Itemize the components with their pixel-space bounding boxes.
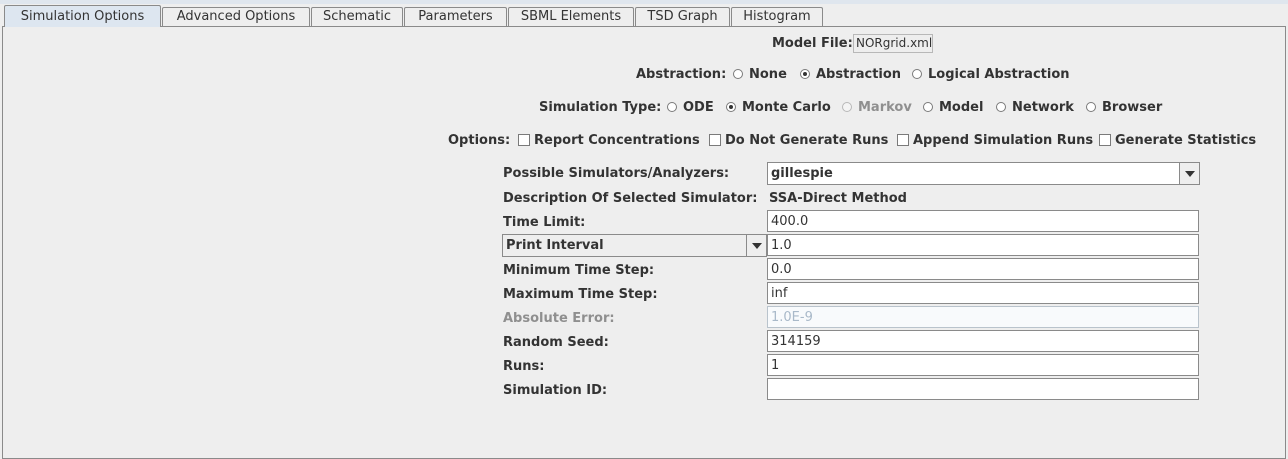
radio-monte-carlo-label[interactable]: Monte Carlo [742,100,831,115]
radio-model-label[interactable]: Model [939,100,983,115]
radio-network-label[interactable]: Network [1012,100,1074,115]
min-time-step-label: Minimum Time Step: [503,263,655,278]
tab-parameters[interactable]: Parameters [404,7,507,26]
chevron-down-icon [1185,171,1195,177]
simulation-id-field[interactable] [767,378,1199,400]
interval-type-select[interactable]: Print Interval [502,234,767,257]
chevron-down-icon [752,243,762,249]
interval-type-dropdown-button[interactable] [746,235,766,256]
radio-markov [842,102,852,112]
checkbox-do-not-generate-runs[interactable] [709,134,721,146]
window-top-strip [0,0,1288,4]
simulator-dropdown-button[interactable] [1179,163,1199,184]
description-label: Description Of Selected Simulator: [503,191,758,206]
simulator-select-value: gillespie [771,166,833,181]
absolute-error-field [767,306,1199,328]
random-seed-label: Random Seed: [503,335,609,350]
absolute-error-label: Absolute Error: [503,311,615,326]
checkbox-append-simulation-runs-label[interactable]: Append Simulation Runs [913,133,1093,148]
checkbox-generate-statistics-label[interactable]: Generate Statistics [1115,133,1256,148]
checkbox-report-concentrations-label[interactable]: Report Concentrations [534,133,700,148]
radio-logical-abstraction-label[interactable]: Logical Abstraction [928,67,1070,82]
description-value: SSA-Direct Method [769,191,907,206]
radio-logical-abstraction[interactable] [912,69,922,79]
radio-monte-carlo[interactable] [726,102,736,112]
tab-bar: Simulation Options Advanced Options Sche… [2,5,1288,27]
options-label: Options: [448,133,511,148]
radio-abstraction[interactable] [800,69,810,79]
runs-field[interactable] [767,354,1199,376]
tab-histogram[interactable]: Histogram [731,7,823,26]
abstraction-label: Abstraction: [636,67,727,82]
model-file-field: NORgrid.xml [853,34,933,53]
model-file-label: Model File: [772,36,853,51]
runs-label: Runs: [503,359,545,374]
radio-none-label[interactable]: None [749,67,787,82]
simulation-id-label: Simulation ID: [503,383,608,398]
radio-browser-label[interactable]: Browser [1102,100,1162,115]
radio-abstraction-label[interactable]: Abstraction [816,67,901,82]
tab-simulation-options[interactable]: Simulation Options [4,5,161,27]
time-limit-field[interactable] [767,210,1199,232]
min-time-step-field[interactable] [767,258,1199,280]
tab-sbml-elements[interactable]: SBML Elements [508,7,634,26]
print-interval-field[interactable] [767,234,1199,256]
tab-schematic[interactable]: Schematic [311,7,403,26]
max-time-step-label: Maximum Time Step: [503,287,658,302]
radio-markov-label: Markov [858,100,912,115]
checkbox-append-simulation-runs[interactable] [897,134,909,146]
random-seed-field[interactable] [767,330,1199,352]
max-time-step-field[interactable] [767,282,1199,304]
simulators-label: Possible Simulators/Analyzers: [503,166,730,181]
interval-type-value: Print Interval [506,238,604,253]
simulation-type-label: Simulation Type: [539,100,662,115]
radio-ode-label[interactable]: ODE [683,100,714,115]
radio-none[interactable] [733,69,743,79]
radio-network[interactable] [996,102,1006,112]
time-limit-label: Time Limit: [503,215,586,230]
tab-tsd-graph[interactable]: TSD Graph [635,7,730,26]
simulator-select[interactable]: gillespie [767,162,1200,185]
checkbox-generate-statistics[interactable] [1099,134,1111,146]
checkbox-report-concentrations[interactable] [518,134,530,146]
radio-browser[interactable] [1086,102,1096,112]
tab-advanced-options[interactable]: Advanced Options [162,7,310,26]
checkbox-do-not-generate-runs-label[interactable]: Do Not Generate Runs [725,133,888,148]
radio-ode[interactable] [667,102,677,112]
radio-model[interactable] [923,102,933,112]
